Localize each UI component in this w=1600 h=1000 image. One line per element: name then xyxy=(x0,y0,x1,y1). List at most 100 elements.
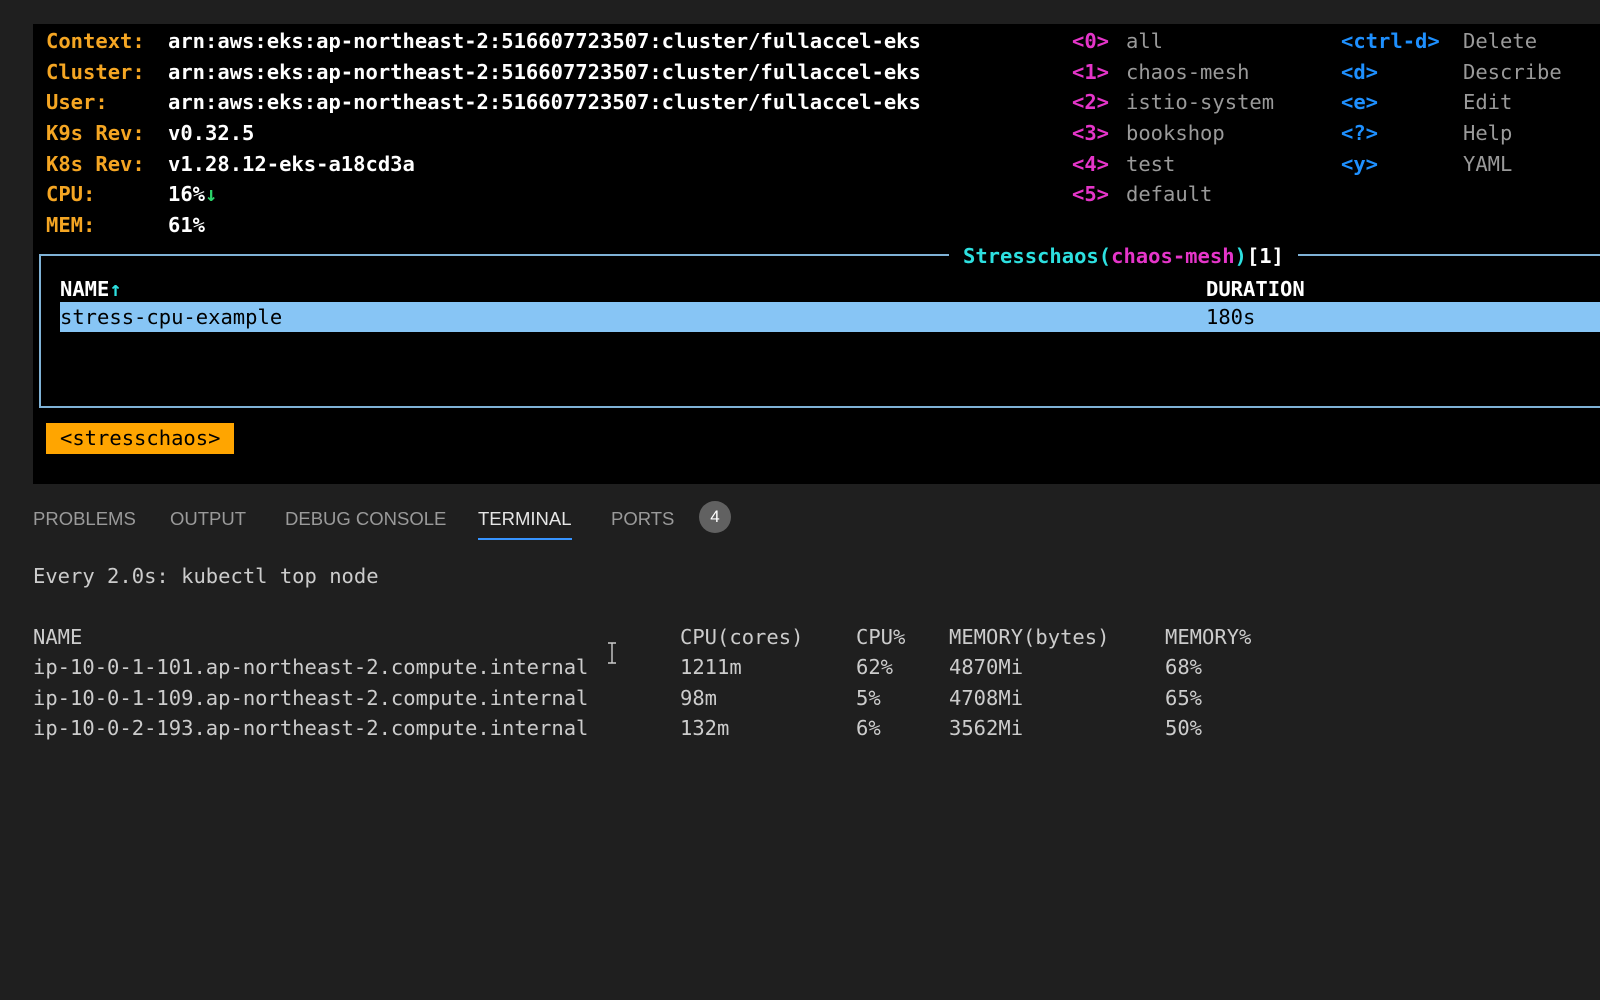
namespace-key: <3> xyxy=(1072,121,1110,145)
node-memory-bytes: 4870Mi xyxy=(949,655,1024,679)
shortcut-edit[interactable]: <e> Edit xyxy=(1341,87,1512,118)
column-header-duration[interactable]: DURATION xyxy=(1206,274,1305,304)
tab-output[interactable]: OUTPUT xyxy=(170,504,246,534)
title-paren-open: ( xyxy=(1098,244,1112,268)
header-cpu-percent: CPU% xyxy=(856,625,906,649)
header-user: User: arn:aws:eks:ap-northeast-2:51660772… xyxy=(46,87,921,118)
node-memory-bytes: 3562Mi xyxy=(949,716,1024,740)
resource-count: [1] xyxy=(1246,244,1284,268)
node-memory-percent: 65% xyxy=(1165,686,1203,710)
tab-problems[interactable]: PROBLEMS xyxy=(33,504,136,534)
header-label: K8s Rev: xyxy=(46,152,145,176)
shortcut-action: Help xyxy=(1463,121,1513,145)
row-duration: 180s xyxy=(1206,305,1256,329)
namespace-name: default xyxy=(1126,182,1213,206)
header-cpu: CPU: 16%↓ xyxy=(46,179,217,210)
header-value: 16% xyxy=(168,182,206,206)
row-name: stress-cpu-example xyxy=(60,305,283,329)
column-name-label: NAME xyxy=(60,277,110,301)
namespace-default[interactable]: <5> default xyxy=(1072,179,1212,210)
table-row: ip-10-0-1-101.ap-northeast-2.compute.int… xyxy=(33,652,1333,683)
namespace-key: <5> xyxy=(1072,182,1110,206)
shortcut-key: <ctrl-d> xyxy=(1341,29,1440,53)
namespace-key: <0> xyxy=(1072,29,1110,53)
breadcrumb[interactable]: <stresschaos> xyxy=(46,423,235,454)
node-memory-percent: 50% xyxy=(1165,716,1203,740)
header-value: 61% xyxy=(168,213,206,237)
header-memory-percent: MEMORY% xyxy=(1165,625,1252,649)
header-label: Cluster: xyxy=(46,60,145,84)
namespace-chaos-mesh[interactable]: <1> chaos-mesh xyxy=(1072,57,1249,88)
resource-namespace: chaos-mesh xyxy=(1111,244,1235,268)
node-cpu-percent: 5% xyxy=(856,686,881,710)
header-label: MEM: xyxy=(46,213,96,237)
namespace-key: <4> xyxy=(1072,152,1110,176)
text-cursor-icon xyxy=(608,642,616,664)
shortcut-key: <y> xyxy=(1341,152,1379,176)
shortcut-key: <d> xyxy=(1341,60,1379,84)
header-label: Context: xyxy=(46,29,145,53)
namespace-all[interactable]: <0> all xyxy=(1072,26,1163,57)
header-k9s-rev: K9s Rev: v0.32.5 xyxy=(46,118,254,149)
node-name: ip-10-0-1-109.ap-northeast-2.compute.int… xyxy=(33,686,589,710)
node-cpu-cores: 1211m xyxy=(680,655,742,679)
shortcut-help[interactable]: <?> Help xyxy=(1341,118,1512,149)
resource-kind: Stresschaos xyxy=(963,244,1099,268)
header-value: arn:aws:eks:ap-northeast-2:516607723507:… xyxy=(168,60,921,84)
title-paren-close: ) xyxy=(1234,244,1247,268)
table-row-selected[interactable]: stress-cpu-example 180s xyxy=(60,302,1600,332)
namespace-name: chaos-mesh xyxy=(1126,60,1250,84)
node-memory-percent: 68% xyxy=(1165,655,1203,679)
node-name: ip-10-0-2-193.ap-northeast-2.compute.int… xyxy=(33,716,589,740)
table-header-row: NAME CPU(cores) CPU% MEMORY(bytes) MEMOR… xyxy=(33,622,1333,653)
node-cpu-cores: 132m xyxy=(680,716,730,740)
header-cluster: Cluster: arn:aws:eks:ap-northeast-2:51660… xyxy=(46,57,921,88)
resource-title: Stresschaos(chaos-mesh)[1] xyxy=(949,242,1298,270)
tab-ports[interactable]: PORTS xyxy=(611,504,674,534)
shortcut-action: Describe xyxy=(1463,60,1562,84)
node-cpu-percent: 62% xyxy=(856,655,894,679)
k9s-view: Context: arn:aws:eks:ap-northeast-2:51660… xyxy=(33,24,1600,484)
column-header-name[interactable]: NAME↑ xyxy=(60,274,122,304)
header-value: v0.32.5 xyxy=(168,121,255,145)
namespace-key: <1> xyxy=(1072,60,1110,84)
header-cpu-cores: CPU(cores) xyxy=(680,625,804,649)
shortcut-yaml[interactable]: <y> YAML xyxy=(1341,149,1512,180)
node-cpu-percent: 6% xyxy=(856,716,881,740)
trend-down-icon: ↓ xyxy=(205,182,218,206)
header-node-name: NAME xyxy=(33,625,83,649)
namespace-istio-system[interactable]: <2> istio-system xyxy=(1072,87,1274,118)
ports-count-badge: 4 xyxy=(699,501,731,533)
tab-debug-console[interactable]: DEBUG CONSOLE xyxy=(285,504,446,534)
node-cpu-cores: 98m xyxy=(680,686,718,710)
header-memory-bytes: MEMORY(bytes) xyxy=(949,625,1110,649)
tab-terminal[interactable]: TERMINAL xyxy=(478,504,572,540)
namespace-name: test xyxy=(1126,152,1176,176)
shortcut-describe[interactable]: <d> Describe xyxy=(1341,57,1562,88)
namespace-name: all xyxy=(1126,29,1164,53)
namespace-test[interactable]: <4> test xyxy=(1072,149,1175,180)
header-label: User: xyxy=(46,90,108,114)
shortcut-key: <?> xyxy=(1341,121,1379,145)
header-context: Context: arn:aws:eks:ap-northeast-2:51660… xyxy=(46,26,921,57)
header-value: arn:aws:eks:ap-northeast-2:516607723507:… xyxy=(168,90,921,114)
header-value: v1.28.12-eks-a18cd3a xyxy=(168,152,415,176)
shortcut-action: Edit xyxy=(1463,90,1513,114)
shortcut-delete[interactable]: <ctrl-d> Delete xyxy=(1341,26,1537,57)
namespace-name: istio-system xyxy=(1126,90,1275,114)
table-row: ip-10-0-1-109.ap-northeast-2.compute.int… xyxy=(33,683,1333,714)
header-k8s-rev: K8s Rev: v1.28.12-eks-a18cd3a xyxy=(46,149,415,180)
watch-command-line: Every 2.0s: kubectl top node xyxy=(33,564,379,588)
shortcut-action: YAML xyxy=(1463,152,1513,176)
table-row: ip-10-0-2-193.ap-northeast-2.compute.int… xyxy=(33,713,1333,744)
node-memory-bytes: 4708Mi xyxy=(949,686,1024,710)
header-value: arn:aws:eks:ap-northeast-2:516607723507:… xyxy=(168,29,921,53)
panel-tab-bar: PROBLEMS OUTPUT DEBUG CONSOLE TERMINAL P… xyxy=(0,484,1600,546)
sort-ascending-icon: ↑ xyxy=(109,277,122,301)
shortcut-action: Delete xyxy=(1463,29,1538,53)
resource-table-frame: Stresschaos(chaos-mesh)[1] NAME↑ DURATIO… xyxy=(39,242,1600,408)
namespace-name: bookshop xyxy=(1126,121,1225,145)
header-label: K9s Rev: xyxy=(46,121,145,145)
namespace-bookshop[interactable]: <3> bookshop xyxy=(1072,118,1225,149)
shortcut-key: <e> xyxy=(1341,90,1379,114)
